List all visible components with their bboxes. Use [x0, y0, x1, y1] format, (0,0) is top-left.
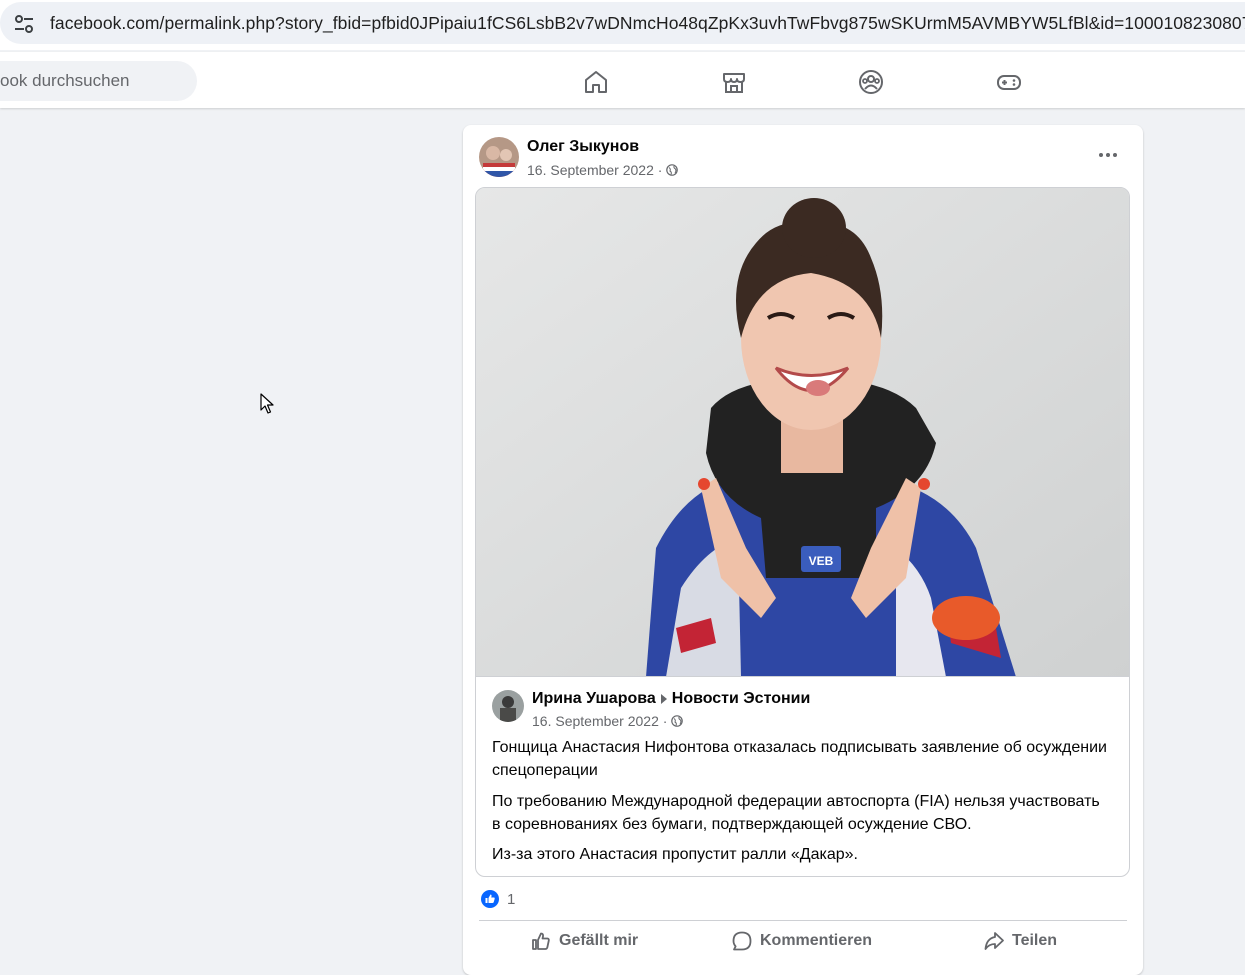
shared-post-paragraph: По требованию Международной федерации ав…	[492, 793, 1100, 833]
photo-badge: VEB	[809, 554, 834, 568]
comment-button-label: Kommentieren	[760, 932, 873, 949]
search-input[interactable]	[0, 61, 197, 101]
shared-group-name[interactable]: Новости Эстонии	[672, 690, 811, 708]
arrow-right-icon	[660, 694, 667, 704]
author-avatar-image	[479, 137, 519, 177]
like-reaction-icon	[481, 890, 499, 908]
more-options-icon[interactable]	[1093, 143, 1123, 167]
home-icon[interactable]	[582, 68, 610, 96]
shared-post-meta: 16. September 2022 ·	[532, 713, 684, 729]
shared-author-name[interactable]: Ирина Ушарова	[532, 690, 656, 708]
shared-post-date[interactable]: 16. September 2022 ·	[532, 713, 667, 729]
browser-toolbar: facebook.com/permalink.php?story_fbid=pf…	[0, 0, 1245, 50]
comment-button[interactable]: Kommentieren	[731, 928, 872, 954]
shared-author-avatar[interactable]	[492, 690, 524, 722]
post-card: Олег Зыкунов 16. September 2022 · VEB Ир…	[463, 125, 1143, 975]
globe-icon	[671, 715, 684, 727]
author-avatar[interactable]	[479, 137, 519, 177]
photo-divider	[476, 676, 1129, 677]
reaction-summary[interactable]: 1	[481, 890, 515, 908]
shared-author-line: Ирина Ушарова Новости Эстонии	[532, 690, 810, 708]
like-button-label: Gefällt mir	[559, 932, 639, 949]
post-author-name[interactable]: Олег Зыкунов	[527, 138, 639, 156]
post-date[interactable]: 16. September 2022 ·	[527, 162, 662, 178]
comment-icon	[732, 931, 752, 951]
groups-icon[interactable]	[857, 68, 885, 96]
shared-post-paragraph: Из-за этого Анастасия пропустит ралли «Д…	[492, 846, 858, 863]
share-button[interactable]: Teilen	[983, 928, 1057, 954]
like-button[interactable]: Gefällt mir	[530, 928, 638, 954]
facebook-header	[0, 52, 1245, 108]
share-button-label: Teilen	[1012, 932, 1058, 949]
shared-post[interactable]: VEB Ирина Ушарова Новости Эстонии 16. Se…	[475, 187, 1130, 877]
marketplace-icon[interactable]	[720, 68, 748, 96]
mouse-cursor-icon	[260, 393, 274, 414]
shared-post-paragraph: Гонщица Анастасия Нифонтова отказалась п…	[492, 739, 1107, 779]
gaming-icon[interactable]	[995, 68, 1023, 96]
post-meta: 16. September 2022 ·	[527, 162, 679, 178]
reaction-count: 1	[507, 890, 516, 908]
shared-author-avatar-image	[492, 690, 524, 722]
share-icon	[984, 932, 1004, 950]
actions-divider	[479, 920, 1127, 921]
url-text[interactable]: facebook.com/permalink.php?story_fbid=pf…	[50, 13, 1245, 34]
globe-icon	[666, 164, 679, 176]
shared-post-photo[interactable]: VEB	[476, 188, 1130, 677]
address-bar[interactable]: facebook.com/permalink.php?story_fbid=pf…	[0, 2, 1245, 44]
site-settings-icon[interactable]	[12, 12, 36, 36]
thumbs-up-icon	[532, 932, 550, 950]
